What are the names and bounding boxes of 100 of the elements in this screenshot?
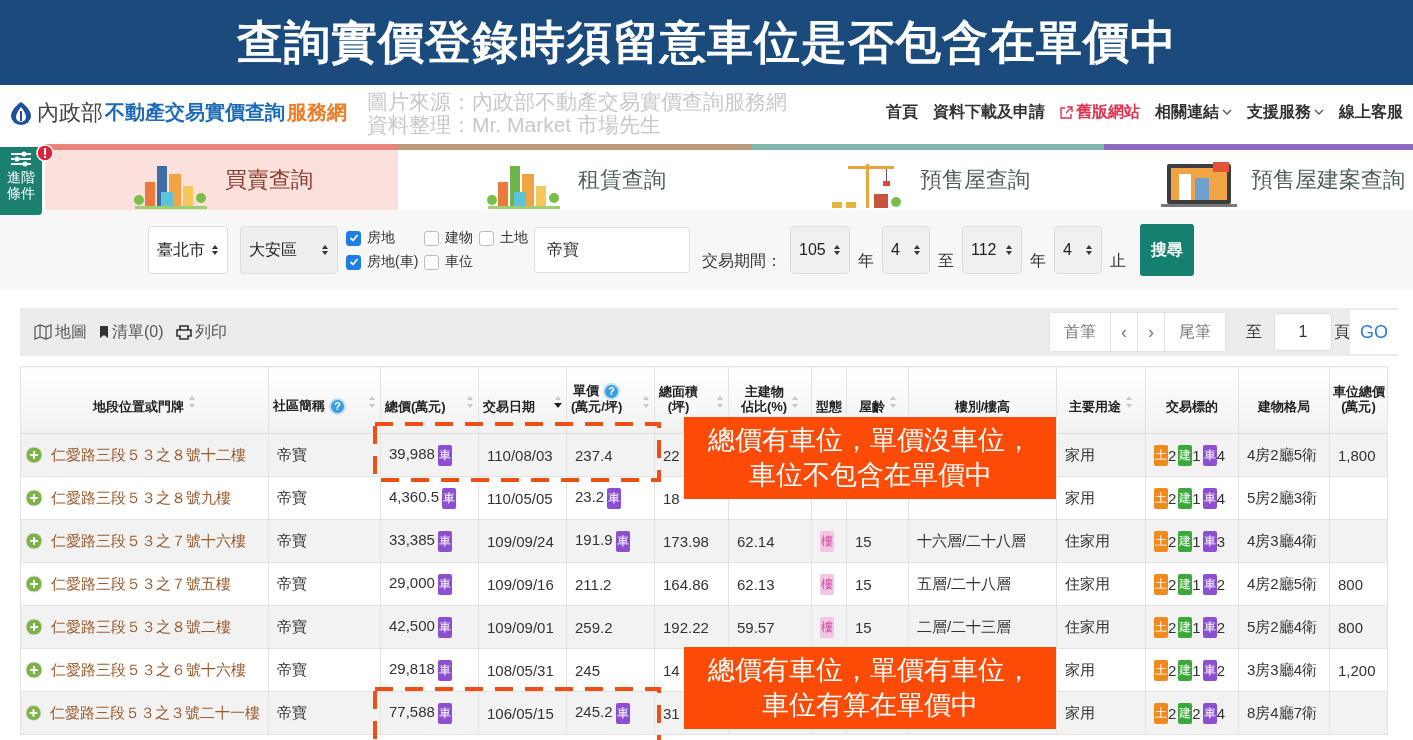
table-cell: 帝寶 — [277, 488, 307, 506]
tab[interactable]: 預售屋查詢 — [751, 144, 1104, 210]
target-count: 1 — [1192, 661, 1201, 679]
target-tag: 建 — [1178, 573, 1193, 595]
list-link[interactable]: 清單(0) — [99, 321, 164, 343]
expand-icon[interactable] — [25, 489, 43, 507]
table-cell: 3房3廳4衛 — [1247, 660, 1318, 678]
column-header[interactable]: 總價(萬元) — [385, 400, 446, 415]
expand-icon[interactable] — [25, 618, 43, 636]
nav-link[interactable]: 線上客服 — [1339, 102, 1403, 123]
target-tag: 土 — [1154, 659, 1168, 681]
month-select[interactable]: 4 — [1054, 226, 1102, 274]
table-cell: 29,000 — [389, 573, 435, 591]
table-cell: 110/08/03 — [487, 446, 553, 464]
target-count: 1 — [1192, 446, 1201, 464]
column-header[interactable]: 地段位置或門牌 — [93, 400, 184, 415]
target-count: 2 — [1216, 618, 1226, 636]
table-cell: 245 — [575, 661, 601, 679]
table-cell: 4,360.5 — [389, 487, 440, 505]
table-cell: 192.22 — [663, 618, 709, 636]
target-count: 2 — [1168, 704, 1177, 722]
goto-label: 至 — [1246, 321, 1262, 342]
table-cell: 5房2廳3衛 — [1247, 488, 1318, 506]
target-count: 3 — [1216, 532, 1226, 550]
table-cell: 59.57 — [737, 618, 775, 636]
table-cell: 15 — [855, 575, 872, 593]
first-page-button[interactable]: 首筆 — [1050, 313, 1111, 351]
column-header[interactable]: 社區簡稱 ? — [273, 398, 346, 415]
advanced-filter-button[interactable]: 進階條件 — [0, 147, 42, 215]
map-link[interactable]: 地圖 — [34, 321, 87, 343]
checkmark-icon — [348, 257, 359, 267]
type-checkbox[interactable]: 房地 — [346, 229, 419, 247]
expand-icon[interactable] — [25, 575, 43, 593]
printer-icon — [175, 324, 192, 340]
target-tag: 車 — [1202, 530, 1217, 552]
type-checkbox[interactable]: 建物 — [424, 229, 474, 247]
table-cell: 4房2廳5衛 — [1247, 445, 1318, 463]
city-select[interactable]: 臺北市 — [148, 226, 228, 274]
table-cell: 23.2 — [575, 487, 605, 505]
column-header[interactable]: 屋齡 — [858, 400, 885, 415]
updown-icon — [1085, 244, 1093, 256]
table-cell: 110/05/05 — [487, 489, 553, 507]
column-header: 型態 — [816, 400, 842, 415]
table-cell: 家用 — [1065, 488, 1095, 506]
updown-icon — [913, 244, 921, 256]
type-checkbox[interactable]: 房地(車) — [346, 253, 419, 271]
target-tag: 土 — [1154, 702, 1168, 724]
nav-link[interactable]: 舊版網站 — [1060, 102, 1140, 123]
nav-link[interactable]: 相關連結 — [1155, 102, 1232, 123]
target-tag: 土 — [1154, 530, 1168, 552]
page-field[interactable]: 1 — [1274, 313, 1332, 351]
target-tag: 車 — [1202, 487, 1217, 509]
column-header[interactable]: 主要用途 — [1069, 400, 1121, 415]
expand-icon[interactable] — [25, 661, 43, 679]
expand-icon[interactable] — [25, 446, 43, 464]
table-cell: 五層/二十八層 — [917, 574, 1012, 592]
month-select[interactable]: 4 — [882, 226, 930, 274]
print-link[interactable]: 列印 — [175, 321, 227, 343]
target-tag: 建 — [1178, 530, 1193, 552]
keyword-field[interactable]: 帝寶 — [534, 227, 690, 273]
target-count: 2 — [1168, 575, 1177, 593]
type-checkbox[interactable]: 土地 — [479, 229, 529, 247]
table-cell: 62.14 — [737, 532, 775, 550]
year-select[interactable]: 105 — [790, 226, 850, 274]
tab[interactable]: 買賣查詢 — [45, 144, 398, 210]
table-cell: 42,500 — [389, 616, 435, 634]
year-select[interactable]: 112 — [962, 226, 1022, 274]
period-label: 交易期間： — [702, 251, 782, 271]
column-header: 車位總價 (萬元) — [1332, 385, 1385, 415]
type-checkbox[interactable]: 車位 — [424, 253, 474, 271]
building-type-tag: 樓 — [820, 573, 834, 595]
search-button[interactable]: 搜尋 — [1140, 224, 1194, 276]
target-count: 1 — [1192, 532, 1201, 550]
column-header[interactable]: 交易日期 — [483, 400, 535, 415]
go-button[interactable]: GO — [1350, 310, 1398, 354]
target-tag: 建 — [1178, 659, 1193, 681]
parking-tag: 車 — [615, 530, 630, 552]
table-cell: 14 — [663, 661, 680, 679]
target-count: 2 — [1216, 575, 1226, 593]
tab[interactable]: 預售屋建案查詢 — [1104, 144, 1413, 210]
target-tag: 土 — [1154, 616, 1168, 638]
expand-icon[interactable] — [25, 704, 42, 722]
expand-icon[interactable] — [25, 532, 43, 550]
nav-link[interactable]: 支援服務 — [1247, 102, 1324, 123]
column-header: 建物格局 — [1258, 400, 1310, 415]
table-cell: 109/09/16 — [487, 575, 554, 593]
logo-title: 不動產交易實價查詢 — [105, 100, 285, 125]
parking-tag: 車 — [442, 487, 457, 509]
building-type-tag: 樓 — [820, 530, 834, 552]
external-link-icon — [1060, 106, 1073, 119]
table-cell: 帝寶 — [277, 574, 307, 592]
table-cell: 住家用 — [1065, 531, 1110, 549]
table-cell: 29,818 — [389, 659, 435, 677]
nav-link[interactable]: 資料下載及申請 — [933, 102, 1045, 123]
table-cell: 二層/二十三層 — [917, 617, 1012, 635]
tab[interactable]: 租賃查詢 — [398, 144, 751, 210]
district-select[interactable]: 大安區 — [240, 226, 338, 274]
table-cell: 62.13 — [737, 575, 775, 593]
callout-note: 總價有車位，單價沒車位， 車位不包含在單價中 — [684, 417, 1056, 499]
nav-link[interactable]: 首頁 — [886, 102, 918, 123]
